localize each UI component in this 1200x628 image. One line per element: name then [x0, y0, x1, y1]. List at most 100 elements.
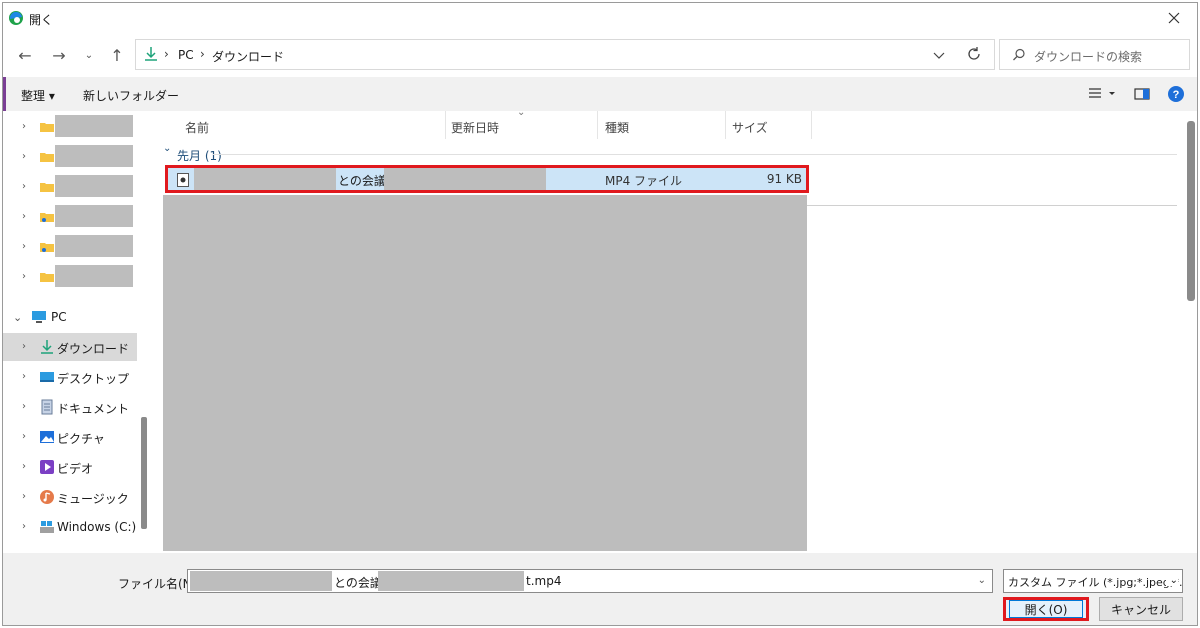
chevron-down-icon[interactable]: ⌄ [978, 575, 986, 586]
breadcrumb-downloads[interactable]: ダウンロード [212, 48, 284, 65]
redacted-text [194, 168, 336, 190]
chevron-right-icon: › [200, 47, 205, 61]
tree-item-redacted[interactable]: › [3, 113, 137, 141]
tree-item-redacted[interactable]: › [3, 143, 137, 171]
tree-label: Windows (C:) [57, 520, 137, 534]
filter-text: カスタム ファイル (*.jpg;*.jpeg;*.gif; [1008, 576, 1183, 589]
search-icon [1013, 48, 1025, 61]
column-separator[interactable] [811, 111, 812, 139]
window-title: 開く [29, 13, 54, 27]
column-separator[interactable] [445, 111, 446, 139]
navigation-bar: ← → ⌄ ↑ › PC › ダウンロード ダウンロードの検索 [3, 35, 1197, 75]
file-type: MP4 ファイル [605, 174, 683, 188]
column-separator[interactable] [725, 111, 726, 139]
chevron-down-icon: ⌄ [1165, 575, 1178, 586]
tree-item-documents[interactable]: › ドキュメント [3, 393, 137, 421]
table-row[interactable]: との会議- MP4 ファイル 91 KB [165, 165, 809, 193]
document-icon [41, 399, 53, 415]
tree-item-videos[interactable]: › ビデオ [3, 453, 137, 481]
redacted-text [378, 571, 524, 591]
chevron-right-icon: › [22, 271, 26, 282]
folder-icon [40, 183, 54, 192]
video-file-glyph [180, 177, 186, 183]
view-options-icon[interactable] [1087, 85, 1119, 103]
forward-button[interactable]: → [47, 43, 71, 67]
folder-icon [40, 123, 54, 132]
redacted-label [55, 175, 133, 197]
download-icon [145, 47, 157, 61]
filename-input[interactable]: との会議- t.mp4 ⌄ [187, 569, 993, 593]
sort-chevron-icon: ⌄ [517, 107, 526, 118]
tree-item-windows-c[interactable]: › Windows (C:) [3, 513, 137, 541]
download-icon [41, 340, 53, 354]
tree-item-redacted[interactable]: › [3, 203, 137, 231]
search-box[interactable]: ダウンロードの検索 [999, 39, 1190, 70]
back-button[interactable]: ← [13, 43, 37, 67]
tree-item-redacted[interactable]: › [3, 233, 137, 261]
tree-item-redacted[interactable]: › [3, 173, 137, 201]
tree-item-downloads[interactable]: › ダウンロード [3, 333, 137, 361]
column-header-size[interactable]: サイズ [732, 119, 768, 143]
redacted-text [384, 168, 546, 190]
column-header-name[interactable]: 名前 [185, 119, 209, 143]
chevron-down-icon: ⌄ [13, 311, 23, 324]
tree-label-pc: PC [51, 310, 67, 324]
close-button[interactable] [1151, 3, 1197, 33]
chevron-right-icon: › [22, 401, 26, 412]
tree-item-pictures[interactable]: › ピクチャ [3, 423, 137, 451]
column-header-type[interactable]: 種類 [605, 119, 629, 143]
chevron-right-icon: › [22, 121, 26, 132]
preview-pane-icon[interactable] [1133, 85, 1151, 103]
recent-locations-button[interactable]: ⌄ [77, 43, 101, 67]
tree-item-pc[interactable]: ⌄ PC [3, 303, 137, 331]
navpane-scrollbar[interactable] [141, 417, 147, 529]
redacted-label [55, 145, 133, 167]
dialog-footer: ファイル名(N): との会議- t.mp4 ⌄ カスタム ファイル (*.jpg… [3, 553, 1197, 625]
folder-icon [40, 153, 54, 162]
address-bar[interactable]: › PC › ダウンロード [135, 39, 995, 70]
music-icon [40, 490, 54, 504]
tree-item-redacted[interactable]: › [3, 263, 137, 291]
drive-icon [40, 521, 54, 533]
folder-icon [40, 273, 54, 282]
chevron-down-icon: ⌄ [84, 49, 94, 61]
chevron-right-icon: › [22, 341, 26, 352]
group-header[interactable]: 先月 (1) [177, 147, 222, 164]
column-header-date[interactable]: 更新日時 [451, 119, 499, 143]
close-icon [1168, 12, 1180, 24]
chevron-right-icon: › [22, 151, 26, 162]
open-button[interactable]: 開く(O) [1003, 597, 1089, 621]
open-file-dialog: 開く ← → ⌄ ↑ › PC › ダウンロード ダウンロードの検索 整理 ▾ … [2, 2, 1198, 626]
search-placeholder: ダウンロードの検索 [1034, 50, 1143, 64]
new-folder-button[interactable]: 新しいフォルダー [83, 87, 179, 104]
tree-item-music[interactable]: › ミュージック [3, 483, 137, 511]
file-name: との会議- [338, 174, 391, 188]
tree-label: ピクチャ [57, 432, 105, 446]
file-size: 91 KB [766, 172, 802, 186]
pictures-icon [40, 431, 54, 443]
organize-button[interactable]: 整理 ▾ [21, 87, 55, 104]
redacted-text [190, 571, 332, 591]
redacted-label [55, 115, 133, 137]
filelist-scrollbar[interactable] [1187, 121, 1195, 301]
accent-strip [3, 77, 6, 111]
file-type-filter[interactable]: カスタム ファイル (*.jpg;*.jpeg;*.gif; ⌄ [1003, 569, 1183, 593]
video-icon [40, 460, 54, 474]
filename-extension: t.mp4 [526, 574, 562, 588]
breadcrumb-pc[interactable]: PC [178, 48, 194, 62]
chevron-down-icon[interactable] [932, 48, 946, 62]
help-icon[interactable]: ? [1167, 85, 1185, 103]
redacted-label [55, 235, 133, 257]
column-separator[interactable] [597, 111, 598, 139]
shared-folder-icon [40, 213, 54, 222]
up-button[interactable]: ↑ [105, 43, 129, 67]
cancel-button[interactable]: キャンセル [1099, 597, 1183, 621]
navigation-pane: › › › › › › ⌄ PC › ダウンロード › デスクトップ › ドキュ… [3, 111, 151, 553]
command-bar: 整理 ▾ 新しいフォルダー ? [3, 77, 1197, 111]
chevron-right-icon: › [164, 47, 169, 61]
chevron-right-icon: › [22, 491, 26, 502]
tree-item-desktop[interactable]: › デスクトップ [3, 363, 137, 391]
group-collapse-icon[interactable]: ⌄ [163, 143, 171, 154]
refresh-icon[interactable] [966, 46, 982, 62]
redacted-area [163, 195, 807, 551]
